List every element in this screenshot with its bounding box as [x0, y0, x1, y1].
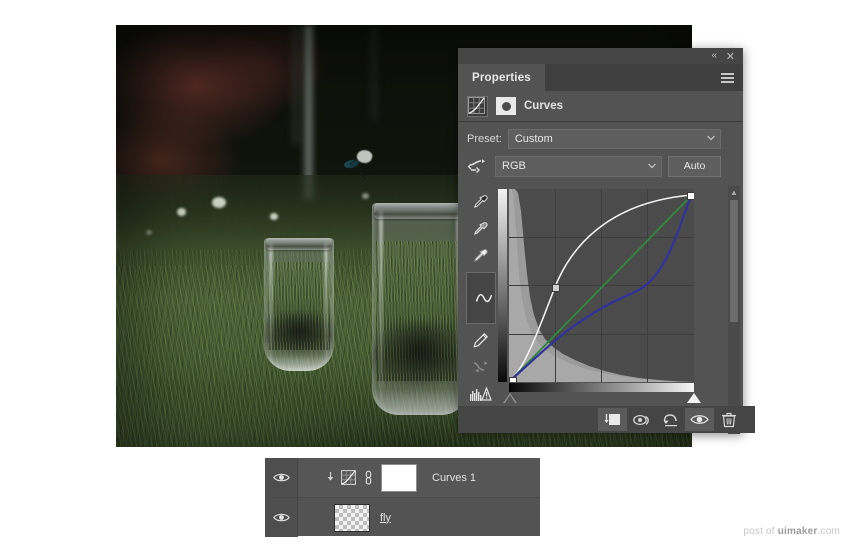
auto-button-label: Auto — [684, 160, 706, 172]
reset-button[interactable] — [656, 408, 685, 431]
table-row[interactable]: Curves 1 — [265, 458, 540, 497]
gray-point-eyedropper-icon[interactable] — [470, 218, 492, 240]
close-icon[interactable]: ✕ — [726, 50, 735, 63]
tab-properties[interactable]: Properties — [458, 64, 545, 91]
preset-label: Preset: — [467, 133, 502, 145]
auto-button[interactable]: Auto — [668, 156, 721, 177]
panel-titlebar: « ✕ — [458, 48, 743, 64]
histogram-clipping-warning-icon[interactable] — [470, 383, 492, 405]
adjustment-header: Curves — [458, 91, 743, 122]
layer-thumbnail[interactable] — [334, 504, 370, 532]
output-gradient-bar — [498, 189, 507, 382]
curve-control-point[interactable] — [687, 192, 694, 200]
watermark-brand: uimaker — [778, 526, 818, 537]
green-curve — [511, 195, 692, 380]
layer-name: fly — [380, 512, 391, 524]
eye-icon — [273, 472, 290, 483]
curves-plot[interactable] — [509, 189, 694, 382]
delete-adjustment-button[interactable] — [714, 408, 743, 431]
panel-scrollbar[interactable]: ▲ ▼ — [728, 186, 740, 434]
layer-visibility-toggle[interactable] — [265, 498, 298, 537]
watermark-suffix: .com — [818, 526, 840, 537]
clip-to-layer-button[interactable] — [598, 408, 627, 431]
toggle-layer-visibility-button[interactable] — [685, 408, 714, 431]
pencil-draw-curve-icon[interactable] — [470, 329, 492, 351]
curve-control-point[interactable] — [552, 284, 560, 292]
input-gradient-bar — [509, 383, 694, 392]
chevron-up-icon[interactable]: ▲ — [730, 188, 738, 196]
eye-icon — [273, 512, 290, 523]
watermark: post of uimaker.com — [743, 526, 840, 537]
curves-tool-strip — [467, 189, 494, 405]
properties-panel[interactable]: « ✕ Properties Curves Preset: Custom — [458, 48, 743, 433]
clipping-mask-arrow-icon — [324, 471, 334, 484]
channel-select[interactable]: RGB — [495, 156, 662, 177]
panel-menu-icon[interactable] — [721, 73, 734, 83]
curves-adjustment-icon — [467, 96, 488, 117]
view-previous-state-button[interactable] — [627, 408, 656, 431]
curve-point-tool-icon[interactable] — [466, 272, 496, 324]
layers-panel[interactable]: Curves 1 fly — [265, 458, 540, 536]
curves-graph-area — [467, 189, 716, 405]
preset-value: Custom — [515, 133, 553, 145]
layer-mask-thumbnail[interactable] — [381, 464, 417, 492]
curve-lines — [509, 189, 694, 382]
curves-adjustment-icon — [341, 470, 356, 485]
preset-row: Preset: Custom — [458, 122, 743, 151]
curve-control-point[interactable] — [509, 377, 517, 382]
chevron-down-icon — [648, 162, 656, 170]
panel-body: Preset: Custom RGB Auto — [458, 122, 743, 407]
channel-row: RGB Auto — [458, 151, 743, 178]
adjustment-title: Curves — [524, 100, 563, 112]
channel-value: RGB — [502, 160, 526, 172]
layer-visibility-toggle[interactable] — [265, 458, 298, 497]
scrollbar-thumb[interactable] — [730, 200, 738, 322]
chevron-down-icon — [707, 134, 715, 142]
layer-name: Curves 1 — [432, 472, 476, 484]
smooth-curve-icon[interactable] — [470, 356, 492, 378]
panel-footer — [458, 406, 755, 433]
table-row[interactable]: fly — [265, 497, 540, 537]
collapse-panel-icon[interactable]: « — [711, 50, 717, 61]
panel-tab-row: Properties — [458, 64, 743, 91]
layer-mask-thumbnail[interactable] — [496, 97, 516, 115]
link-mask-icon[interactable] — [363, 470, 374, 485]
black-point-eyedropper-icon[interactable] — [470, 191, 492, 213]
black-point-slider[interactable] — [503, 393, 517, 403]
white-point-slider[interactable] — [687, 393, 701, 403]
white-point-eyedropper-icon[interactable] — [470, 245, 492, 267]
tab-properties-label: Properties — [472, 72, 531, 84]
watermark-prefix: post of — [743, 526, 777, 537]
preset-select[interactable]: Custom — [508, 129, 721, 149]
target-adjustment-icon[interactable] — [467, 158, 489, 174]
